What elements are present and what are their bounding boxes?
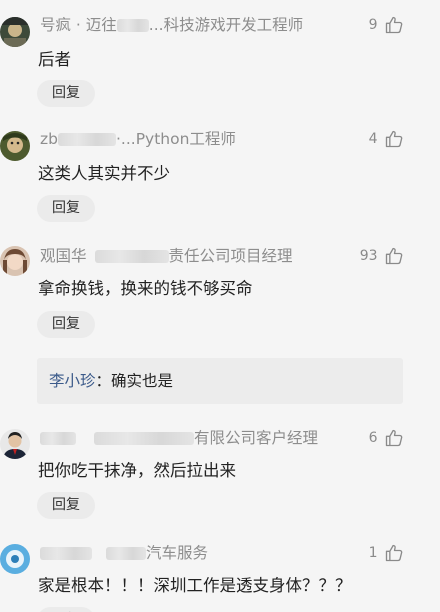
blurred-text <box>57 133 116 146</box>
thumbs-up-icon <box>385 544 403 562</box>
comment-text: 家是根本！！！深圳工作是透支身体？？？ <box>38 576 352 595</box>
reply-button[interactable]: 回复 <box>37 492 95 519</box>
avatar[interactable] <box>0 544 30 574</box>
blurred-text <box>106 547 146 560</box>
like-button[interactable]: 6 <box>369 427 404 449</box>
blurred-text <box>40 547 92 560</box>
comment-author-meta[interactable]: 号疯 · 迈往 ...科技游戏开发工程师 <box>40 14 303 36</box>
sub-reply-separator: ： <box>95 372 112 390</box>
comment-text: 后者 <box>38 50 71 69</box>
avatar[interactable] <box>0 429 30 459</box>
sub-reply[interactable]: 李小珍：确实也是 <box>37 358 403 404</box>
blurred-text <box>94 432 194 445</box>
like-button[interactable]: 9 <box>369 14 404 36</box>
avatar[interactable] <box>0 131 30 161</box>
reply-button[interactable]: 回复 <box>37 80 95 107</box>
like-count: 6 <box>368 430 378 446</box>
author-name: zb <box>40 130 58 148</box>
reply-button[interactable]: 回复 <box>37 311 95 338</box>
comment-list: 号疯 · 迈往 ...科技游戏开发工程师 9 后者 回复 zb ·...Python… <box>0 0 440 612</box>
like-count: 93 <box>359 248 378 264</box>
like-count: 9 <box>368 17 378 33</box>
author-title: ...科技游戏开发工程师 <box>148 16 304 34</box>
thumbs-up-icon <box>385 247 403 265</box>
avatar[interactable] <box>0 17 30 47</box>
like-count: 1 <box>368 545 378 561</box>
thumbs-up-icon <box>385 130 403 148</box>
comment-text: 这类人其实并不少 <box>38 164 170 183</box>
comment-author-meta[interactable]: 观国华 责任公司项目经理 <box>40 245 293 267</box>
thumbs-up-icon <box>385 16 403 34</box>
reply-button[interactable]: 回复 <box>37 195 95 222</box>
like-button[interactable]: 4 <box>369 128 404 150</box>
author-name: 观国华 <box>40 247 87 265</box>
author-title: ·...Python工程师 <box>115 130 236 148</box>
author-name: 号疯 · 迈往 <box>40 16 117 34</box>
like-count: 4 <box>368 131 378 147</box>
reply-button[interactable]: 回复 <box>37 607 95 612</box>
author-title: 责任公司项目经理 <box>168 247 293 265</box>
thumbs-up-icon <box>385 429 403 447</box>
like-button[interactable]: 1 <box>369 542 404 564</box>
comment-text: 拿命换钱，换来的钱不够买命 <box>38 279 253 298</box>
like-button[interactable]: 93 <box>360 245 404 267</box>
blurred-text <box>40 432 76 445</box>
avatar[interactable] <box>0 246 30 276</box>
blurred-text <box>116 19 149 32</box>
blurred-text <box>94 250 169 263</box>
sub-reply-text: 确实也是 <box>111 372 174 390</box>
author-title: 有限公司客户经理 <box>194 429 319 447</box>
comment-author-meta[interactable]: 有限公司客户经理 <box>40 427 318 449</box>
sub-reply-author[interactable]: 李小珍 <box>49 372 96 390</box>
comment-author-meta[interactable]: zb ·...Python工程师 <box>40 128 236 150</box>
author-title: 汽车服务 <box>146 544 209 562</box>
comment-author-meta[interactable]: 汽车服务 <box>40 542 208 564</box>
comment-text: 把你吃干抹净，然后拉出来 <box>38 461 236 480</box>
